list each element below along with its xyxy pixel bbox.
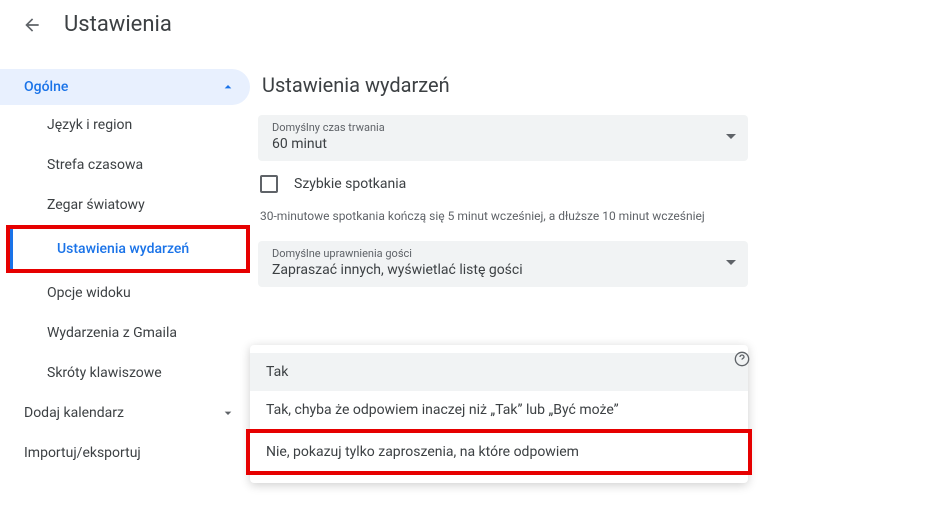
help-icon[interactable] — [734, 351, 750, 367]
page-title: Ustawienia — [64, 12, 172, 37]
dropdown-option-label: Nie, pokazuj tylko zaproszenia, na które… — [266, 444, 579, 460]
caret-down-icon — [726, 258, 736, 268]
sidebar-item-view-options[interactable]: Opcje widoku — [0, 273, 250, 313]
sidebar-secondary-label: Dodaj kalendarz — [24, 405, 124, 421]
sidebar-item-gmail-events[interactable]: Wydarzenia z Gmaila — [0, 313, 250, 353]
sidebar-item-language[interactable]: Język i region — [0, 105, 250, 145]
highlight-dropdown: Nie, pokazuj tylko zaproszenia, na które… — [246, 429, 752, 475]
header: Ustawienia — [0, 0, 942, 55]
sidebar-item-label: Zegar światowy — [47, 197, 145, 213]
select-label: Domyślne uprawnienia gości — [272, 247, 523, 261]
select-text: Domyślne uprawnienia gości Zapraszać inn… — [272, 247, 523, 279]
dropdown-option-label: Tak — [266, 364, 288, 380]
chevron-down-icon — [220, 405, 236, 421]
speedy-meetings-label: Szybkie spotkania — [294, 176, 406, 192]
chevron-up-icon — [220, 79, 236, 95]
sidebar-add-calendar[interactable]: Dodaj kalendarz — [0, 393, 250, 433]
sidebar-section-label: Ogólne — [24, 79, 68, 95]
sidebar-item-label: Wydarzenia z Gmaila — [47, 325, 177, 341]
select-value: Zapraszać innych, wyświetlać listę gości — [272, 261, 523, 279]
sidebar-item-worldclock[interactable]: Zegar światowy — [0, 185, 250, 225]
select-label: Domyślny czas trwania — [272, 121, 385, 135]
sidebar-subitems: Język i region Strefa czasowa Zegar świa… — [0, 105, 250, 393]
speedy-meetings-row: Szybkie spotkania — [258, 175, 942, 193]
select-guest-permissions[interactable]: Domyślne uprawnienia gości Zapraszać inn… — [258, 241, 748, 287]
sidebar-item-label: Język i region — [47, 117, 132, 133]
dropdown-option-yes-unless[interactable]: Tak, chyba że odpowiem inaczej niż „Tak”… — [250, 391, 748, 429]
caret-down-icon — [726, 132, 736, 142]
sidebar-item-shortcuts[interactable]: Skróty klawiszowe — [0, 353, 250, 393]
layout: Ogólne Język i region Strefa czasowa Zeg… — [0, 55, 942, 473]
sidebar-item-timezone[interactable]: Strefa czasowa — [0, 145, 250, 185]
sidebar-section-general[interactable]: Ogólne — [0, 69, 250, 105]
main-content: Ustawienia wydarzeń Domyślny czas trwani… — [250, 55, 942, 473]
select-value: 60 minut — [272, 135, 385, 153]
highlight-sidebar: Ustawienia wydarzeń — [6, 225, 250, 273]
sidebar-import-export[interactable]: Importuj/eksportuj — [0, 433, 250, 473]
sidebar: Ogólne Język i region Strefa czasowa Zeg… — [0, 55, 250, 473]
dropdown-option-label: Tak, chyba że odpowiem inaczej niż „Tak”… — [266, 402, 619, 418]
speedy-meetings-checkbox[interactable] — [260, 175, 278, 193]
sidebar-secondary-label: Importuj/eksportuj — [24, 445, 141, 461]
select-text: Domyślny czas trwania 60 minut — [272, 121, 385, 153]
sidebar-item-label: Strefa czasowa — [47, 157, 143, 173]
back-arrow-icon[interactable] — [22, 15, 42, 35]
select-default-duration[interactable]: Domyślny czas trwania 60 minut — [258, 115, 748, 161]
section-title: Ustawienia wydarzeń — [258, 73, 942, 97]
dropdown-option-yes[interactable]: Tak — [250, 353, 748, 391]
sidebar-item-label: Ustawienia wydarzeń — [57, 241, 189, 257]
sidebar-item-label: Opcje widoku — [47, 285, 131, 301]
speedy-meetings-hint: 30-minutowe spotkania kończą się 5 minut… — [258, 209, 942, 223]
dropdown-option-no[interactable]: Nie, pokazuj tylko zaproszenia, na które… — [250, 433, 748, 471]
sidebar-item-event-settings[interactable]: Ustawienia wydarzeń — [10, 229, 246, 269]
sidebar-item-label: Skróty klawiszowe — [47, 365, 162, 381]
invitations-dropdown: Tak Tak, chyba że odpowiem inaczej niż „… — [250, 345, 748, 483]
